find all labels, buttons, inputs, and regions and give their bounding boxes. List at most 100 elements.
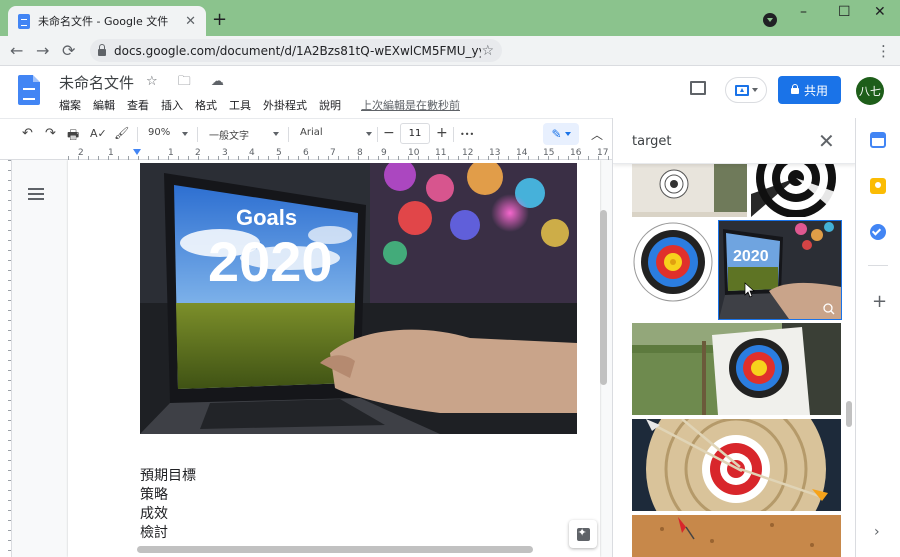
- menu-insert[interactable]: 插入: [161, 97, 183, 113]
- ruler-label: 5: [276, 148, 282, 158]
- ruler-label: 16: [570, 148, 582, 158]
- maximize-button[interactable]: ☐: [838, 4, 851, 20]
- redo-icon[interactable]: ↷: [45, 126, 56, 141]
- ruler-label: 17: [597, 148, 609, 158]
- document-outline-icon[interactable]: [28, 188, 44, 200]
- menu-help[interactable]: 說明: [319, 97, 341, 113]
- new-tab-button[interactable]: +: [212, 9, 227, 30]
- menu-file[interactable]: 檔案: [59, 97, 81, 113]
- explore-button[interactable]: [569, 520, 597, 548]
- comment-history-icon[interactable]: [690, 81, 706, 95]
- menu-edit[interactable]: 編輯: [93, 97, 115, 113]
- menu-bar: 檔案 編輯 查看 插入 格式 工具 外掛程式 說明: [59, 97, 341, 113]
- docs-header: 未命名文件 ☆ 🗀 ☁ 檔案 編輯 查看 插入 格式 工具 外掛程式 說明 上次…: [0, 66, 900, 118]
- explore-search-input[interactable]: target: [632, 134, 672, 149]
- laptop-photo-thumbnail: 2020: [719, 221, 841, 319]
- ruler-label: 10: [408, 148, 420, 158]
- share-button[interactable]: 共用: [778, 76, 841, 104]
- document-title[interactable]: 未命名文件: [59, 72, 134, 93]
- avatar[interactable]: 八七: [856, 77, 884, 105]
- ruler-label: 11: [435, 148, 447, 158]
- zoom-select[interactable]: 90%: [148, 127, 170, 138]
- docs-logo-icon[interactable]: [18, 75, 40, 105]
- undo-icon[interactable]: ↶: [22, 126, 33, 141]
- image-result-selected[interactable]: 2020: [718, 220, 842, 320]
- ruler-label: 6: [303, 148, 309, 158]
- more-tools-icon[interactable]: •••: [460, 130, 474, 139]
- title-actions-icons[interactable]: ☆ 🗀 ☁: [146, 72, 232, 94]
- tab-search-icon[interactable]: [763, 13, 777, 27]
- image-result[interactable]: [632, 419, 841, 511]
- menu-view[interactable]: 查看: [127, 97, 149, 113]
- font-select[interactable]: Arial: [300, 127, 323, 138]
- ruler-ticks: [68, 148, 612, 160]
- print-icon[interactable]: 🖶: [67, 126, 79, 148]
- collapse-menus-icon[interactable]: ︿: [591, 126, 603, 143]
- calendar-icon[interactable]: [870, 132, 886, 148]
- paint-format-icon[interactable]: 🖌: [114, 126, 129, 140]
- show-side-panel-icon[interactable]: ›: [874, 524, 880, 540]
- vertical-ruler[interactable]: [0, 160, 12, 557]
- decrease-font-size-button[interactable]: −: [383, 125, 395, 141]
- close-window-button[interactable]: ✕: [874, 4, 886, 20]
- pencil-icon: ✎: [551, 127, 562, 141]
- menu-format[interactable]: 格式: [195, 97, 217, 113]
- chevron-down-icon: [182, 132, 188, 136]
- straw-target-thumbnail: [632, 419, 841, 511]
- photo-text-goals: Goals: [236, 205, 297, 230]
- google-docs-favicon-icon: [18, 13, 30, 29]
- image-result[interactable]: [632, 221, 714, 303]
- paragraph-line[interactable]: 策略: [140, 484, 168, 504]
- toolbar-divider: [137, 127, 138, 142]
- increase-font-size-button[interactable]: +: [436, 125, 448, 141]
- ruler-label: 2: [78, 148, 84, 158]
- toolbar-divider: [197, 127, 198, 142]
- keep-icon[interactable]: [870, 178, 886, 194]
- menu-addons[interactable]: 外掛程式: [263, 97, 307, 113]
- inserted-laptop-image[interactable]: Goals 2020: [140, 163, 577, 434]
- address-bar[interactable]: docs.google.com/document/d/1A2Bzs81tQ-wE…: [90, 39, 502, 62]
- radial-target-thumbnail: [751, 164, 841, 217]
- get-addons-icon[interactable]: +: [872, 291, 887, 312]
- browser-menu-icon[interactable]: ⋮: [876, 42, 891, 60]
- explore-panel-scrollbar[interactable]: [846, 401, 852, 427]
- menu-tools[interactable]: 工具: [229, 97, 251, 113]
- reload-button[interactable]: ⟳: [62, 41, 75, 60]
- minimize-button[interactable]: –: [800, 4, 807, 20]
- explore-panel: target ✕ 2020: [612, 118, 855, 557]
- style-select[interactable]: 一般文字: [209, 127, 249, 142]
- browser-titlebar: 未命名文件 - Google 文件 ✕ + – ☐ ✕: [0, 0, 900, 36]
- tab-close-icon[interactable]: ✕: [185, 14, 196, 29]
- side-rail: + ›: [855, 118, 900, 557]
- paragraph-line[interactable]: 成效: [140, 503, 168, 523]
- editing-mode-button[interactable]: ✎: [543, 123, 579, 145]
- browser-tab[interactable]: 未命名文件 - Google 文件 ✕: [8, 6, 206, 36]
- explore-search-bar: target ✕: [613, 118, 855, 164]
- document-vertical-scrollbar[interactable]: [600, 210, 607, 385]
- horizontal-ruler[interactable]: 2 1 1 2 3 4 5 6 7 8 9 10 11 12 13 14 15 …: [0, 148, 612, 160]
- toolbar-divider: [288, 127, 289, 142]
- paragraph-line[interactable]: 檢討: [140, 522, 168, 542]
- font-size-input[interactable]: 11: [400, 123, 430, 144]
- tasks-icon[interactable]: [870, 224, 886, 240]
- back-button[interactable]: ←: [10, 41, 23, 60]
- close-icon[interactable]: ✕: [818, 129, 835, 153]
- image-result[interactable]: [632, 323, 841, 415]
- forward-button[interactable]: →: [36, 41, 49, 60]
- present-button[interactable]: [725, 77, 767, 103]
- document-horizontal-scrollbar[interactable]: [137, 546, 533, 553]
- image-result[interactable]: [751, 164, 841, 217]
- paragraph-line[interactable]: 預期目標: [140, 465, 196, 485]
- ruler-label: 4: [249, 148, 255, 158]
- image-result[interactable]: [632, 515, 841, 557]
- cork-board-thumbnail: [632, 515, 841, 557]
- chevron-down-icon: [366, 132, 372, 136]
- bookmark-star-icon[interactable]: ☆: [481, 43, 494, 59]
- indent-marker-icon[interactable]: [133, 149, 141, 155]
- document-page[interactable]: Goals 2020 預期目標 策略 成效 檢討: [68, 160, 600, 557]
- image-result[interactable]: [632, 164, 747, 217]
- ruler-label: 15: [543, 148, 555, 158]
- document-canvas: Goals 2020 預期目標 策略 成效 檢討: [0, 160, 612, 557]
- last-edit-link[interactable]: 上次編輯是在數秒前: [361, 97, 460, 113]
- spellcheck-icon[interactable]: A✓: [90, 127, 107, 140]
